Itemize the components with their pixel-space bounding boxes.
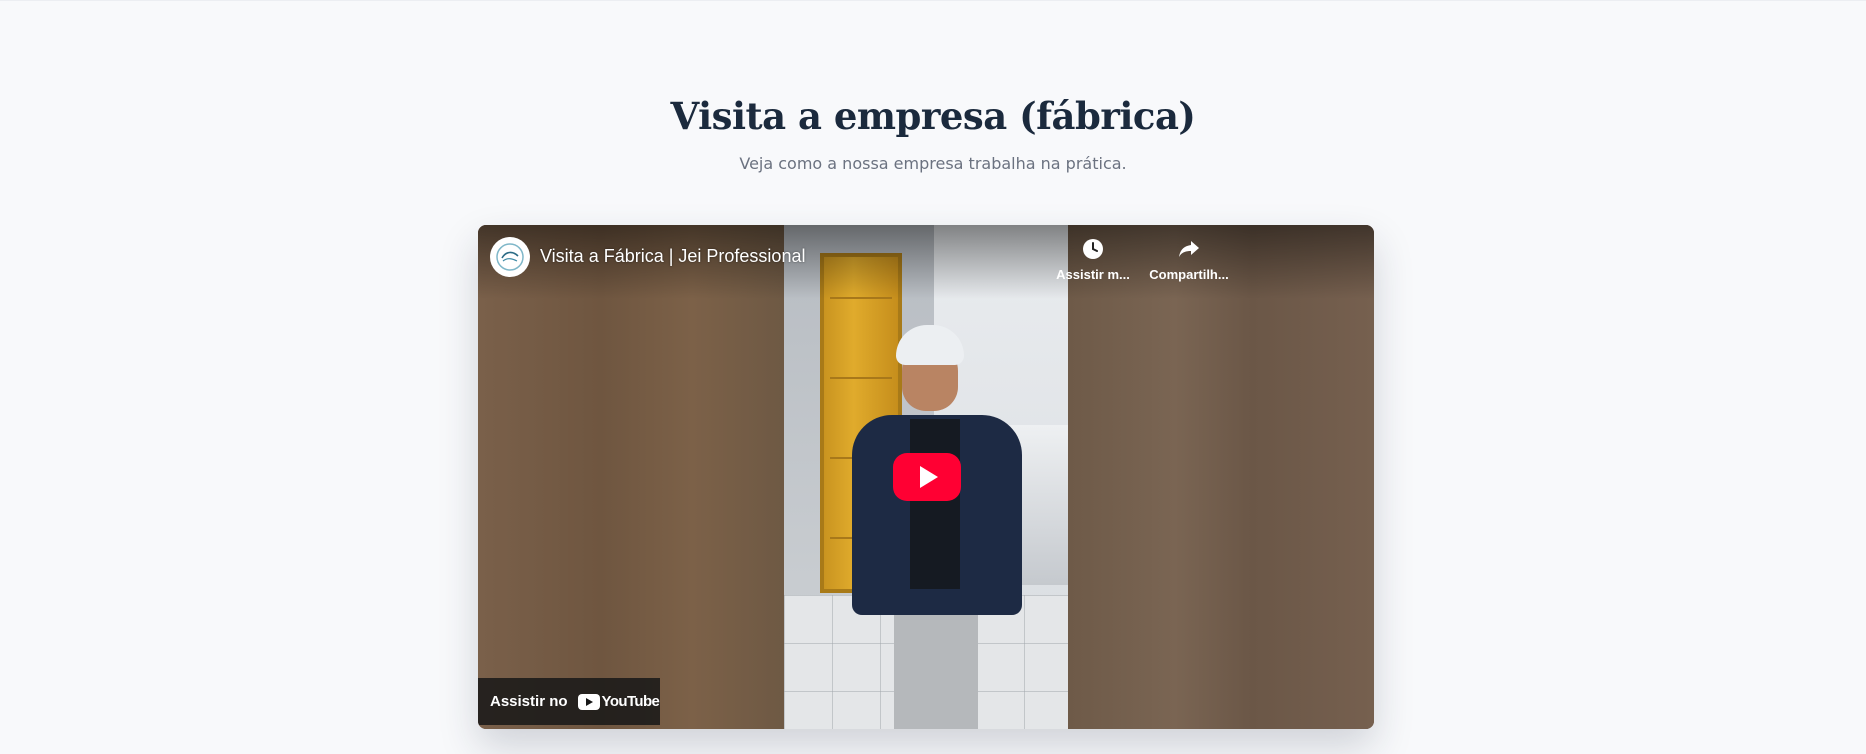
clock-icon [1048,237,1138,261]
channel-avatar[interactable] [490,237,530,277]
section-subtitle: Veja como a nossa empresa trabalha na pr… [739,154,1127,173]
thumbnail-person-shirt [910,419,960,589]
video-title-link[interactable]: Visita a Fábrica | Jei Professional [540,246,805,267]
share-button[interactable]: Compartilh... [1144,237,1234,282]
youtube-play-button[interactable] [893,453,961,501]
share-arrow-icon [1144,237,1234,261]
watch-on-youtube-button[interactable]: Assistir no YouTube [478,678,660,725]
share-label: Compartilh... [1149,267,1229,282]
video-blur-right [1068,225,1374,729]
youtube-wordmark: YouTube [601,693,660,710]
factory-visit-section: Visita a empresa (fábrica) Veja como a n… [0,0,1866,754]
door-panel-line [830,377,892,379]
section-title: Visita a empresa (fábrica) [670,94,1196,138]
watch-later-button[interactable]: Assistir m... [1048,237,1138,282]
youtube-play-icon [920,466,938,488]
youtube-embed[interactable]: Visita a Fábrica | Jei Professional Assi… [478,225,1374,729]
thumbnail-person-legs [894,605,978,729]
jei-professional-logo-icon [496,243,524,271]
video-blur-left [478,225,784,729]
youtube-logo: YouTube [577,693,660,710]
watch-on-label: Assistir no [490,693,568,710]
youtube-logo-icon [577,693,600,710]
watch-later-label: Assistir m... [1056,267,1130,282]
